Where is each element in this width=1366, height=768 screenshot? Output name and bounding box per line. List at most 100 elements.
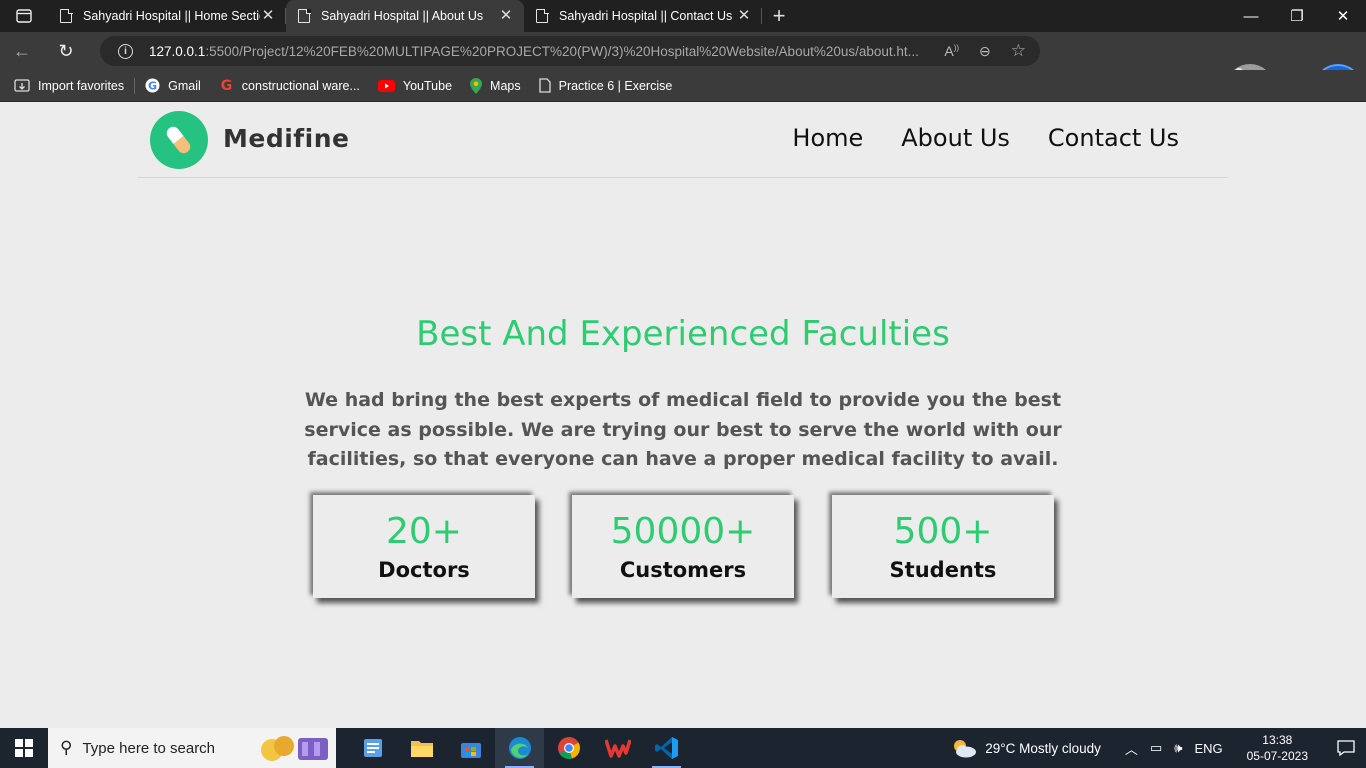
taskbar-app-file-explorer[interactable] bbox=[397, 728, 446, 768]
clock[interactable]: 13:38 05-07-2023 bbox=[1247, 732, 1308, 764]
taskbar-app-chrome[interactable] bbox=[544, 728, 593, 768]
search-icon: ⚲ bbox=[60, 738, 73, 757]
brand-name[interactable]: Medifine bbox=[223, 124, 350, 153]
tab-about[interactable]: Sahyadri Hospital || About Us ✕ bbox=[286, 0, 524, 32]
fav-constructional-ware[interactable]: G constructional ware... bbox=[219, 78, 360, 93]
windows-taskbar: ⚲ Type here to search 29°C Mostly cloudy… bbox=[0, 728, 1366, 768]
refresh-button[interactable]: ↻ bbox=[44, 32, 88, 70]
pill-icon bbox=[164, 124, 193, 156]
refresh-icon: ↻ bbox=[58, 40, 74, 61]
favorites-separator bbox=[134, 77, 136, 94]
stat-value: 50000+ bbox=[610, 511, 756, 552]
close-tab-icon[interactable]: ✕ bbox=[498, 8, 514, 24]
page-viewport: Medifine Home About Us Contact Us Best A… bbox=[0, 102, 1366, 728]
fav-youtube[interactable]: YouTube bbox=[377, 78, 453, 93]
url-host: 127.0.0.1 bbox=[149, 43, 206, 59]
taskbar-app-store[interactable] bbox=[446, 728, 495, 768]
weather-text: 29°C Mostly cloudy bbox=[985, 740, 1101, 756]
tab-contact[interactable]: Sahyadri Hospital || Contact Us ✕ bbox=[524, 0, 762, 32]
tab-title: Sahyadri Hospital || About Us bbox=[321, 9, 484, 23]
store-icon bbox=[460, 743, 481, 758]
fav-label: Maps bbox=[490, 78, 521, 93]
nav-home-link[interactable]: Home bbox=[792, 124, 863, 152]
start-button[interactable] bbox=[0, 728, 48, 768]
page-icon bbox=[536, 8, 549, 23]
read-aloud-icon[interactable]: A)) bbox=[944, 43, 959, 59]
address-bar-row: ← ↻ i 127.0.0.1:5500/Project/12%20FEB%20… bbox=[0, 32, 1366, 102]
wps-office-icon bbox=[604, 739, 631, 758]
fav-label: YouTube bbox=[402, 78, 453, 93]
battery-icon[interactable]: ▭ bbox=[1150, 740, 1162, 756]
browser-tab-strip: Sahyadri Hospital || Home Section ✕ Sahy… bbox=[0, 0, 1366, 32]
site-menu: Home About Us Contact Us bbox=[792, 124, 1179, 152]
nav-about-link[interactable]: About Us bbox=[901, 124, 1010, 152]
import-icon bbox=[14, 78, 30, 93]
taskbar-apps bbox=[348, 728, 691, 768]
tab-home[interactable]: Sahyadri Hospital || Home Section ✕ bbox=[48, 0, 286, 32]
site-navbar: Medifine Home About Us Contact Us bbox=[138, 102, 1229, 178]
taskbar-app-wps[interactable] bbox=[593, 728, 642, 768]
site-info-icon[interactable]: i bbox=[118, 43, 133, 59]
windows-logo-icon bbox=[15, 739, 33, 757]
svg-text:G: G bbox=[148, 80, 157, 93]
svg-text:G: G bbox=[221, 78, 233, 93]
fav-label: Practice 6 | Exercise bbox=[558, 78, 673, 93]
fav-practice-6[interactable]: Practice 6 | Exercise bbox=[538, 78, 673, 93]
weather-widget[interactable]: 29°C Mostly cloudy bbox=[951, 738, 1101, 758]
taskbar-search[interactable]: ⚲ Type here to search bbox=[48, 728, 336, 768]
page-icon bbox=[298, 8, 311, 23]
clock-date: 05-07-2023 bbox=[1246, 749, 1308, 763]
show-hidden-icons-chevron-icon[interactable]: ︿ bbox=[1125, 739, 1138, 758]
taskbar-app-notepad[interactable] bbox=[348, 728, 397, 768]
taskbar-app-vscode[interactable] bbox=[642, 728, 691, 768]
tab-actions-icon bbox=[16, 9, 32, 23]
chrome-icon bbox=[557, 737, 580, 759]
nav-contact-link[interactable]: Contact Us bbox=[1048, 124, 1179, 152]
youtube-icon bbox=[377, 79, 395, 92]
vscode-icon bbox=[654, 737, 678, 759]
favorite-star-icon[interactable]: ☆ bbox=[1011, 41, 1026, 61]
page-icon bbox=[538, 78, 551, 93]
fav-label: constructional ware... bbox=[241, 78, 360, 93]
section-heading: Best And Experienced Faculties bbox=[416, 314, 950, 354]
url-path: :5500/Project/12%20FEB%20MULTIPAGE%20PRO… bbox=[205, 43, 919, 59]
language-indicator[interactable]: ENG bbox=[1194, 741, 1222, 756]
zoom-icon[interactable]: ⊖ bbox=[979, 43, 991, 60]
address-bar[interactable]: i 127.0.0.1:5500/Project/12%20FEB%20MULT… bbox=[100, 36, 1040, 66]
notification-icon bbox=[1337, 740, 1355, 757]
notifications-button[interactable] bbox=[1326, 728, 1366, 768]
fav-label: Import favorites bbox=[38, 78, 125, 93]
close-tab-icon[interactable]: ✕ bbox=[736, 8, 752, 24]
folder-icon bbox=[410, 741, 433, 757]
stat-card-doctors: 20+ Doctors bbox=[313, 495, 535, 598]
minimize-button[interactable]: — bbox=[1228, 0, 1274, 32]
close-tab-icon[interactable]: ✕ bbox=[260, 8, 276, 24]
back-arrow-icon: ← bbox=[13, 40, 31, 61]
back-button[interactable]: ← bbox=[0, 32, 44, 70]
stat-value: 20+ bbox=[386, 511, 462, 552]
page-icon bbox=[60, 8, 73, 23]
new-tab-button[interactable]: + bbox=[762, 0, 796, 32]
restore-button[interactable]: ❐ bbox=[1274, 0, 1320, 32]
fav-maps[interactable]: Maps bbox=[470, 77, 521, 94]
stat-card-customers: 50000+ Customers bbox=[572, 495, 794, 598]
fav-import-favorites[interactable]: Import favorites bbox=[14, 79, 124, 93]
window-controls: — ❐ ✕ bbox=[1228, 0, 1366, 32]
google-icon: G bbox=[145, 78, 160, 93]
taskbar-app-edge[interactable] bbox=[495, 728, 544, 768]
stat-label: Customers bbox=[619, 558, 747, 582]
search-placeholder: Type here to search bbox=[82, 739, 216, 757]
tab-title: Sahyadri Hospital || Home Section bbox=[83, 9, 260, 23]
stat-value: 500+ bbox=[893, 511, 993, 552]
tab-actions-button[interactable] bbox=[0, 0, 48, 32]
logo[interactable] bbox=[150, 111, 208, 169]
stat-label: Doctors bbox=[378, 558, 470, 582]
fav-gmail[interactable]: G Gmail bbox=[145, 78, 201, 93]
fav-label: Gmail bbox=[168, 78, 201, 93]
edge-icon bbox=[508, 737, 531, 759]
google-icon: G bbox=[219, 78, 234, 93]
favorites-bar: Import favorites G Gmail G constructiona… bbox=[0, 70, 1366, 102]
volume-icon[interactable]: 🕪 bbox=[1174, 740, 1182, 756]
clock-time: 13:38 bbox=[1262, 733, 1293, 747]
close-window-button[interactable]: ✕ bbox=[1320, 0, 1366, 32]
